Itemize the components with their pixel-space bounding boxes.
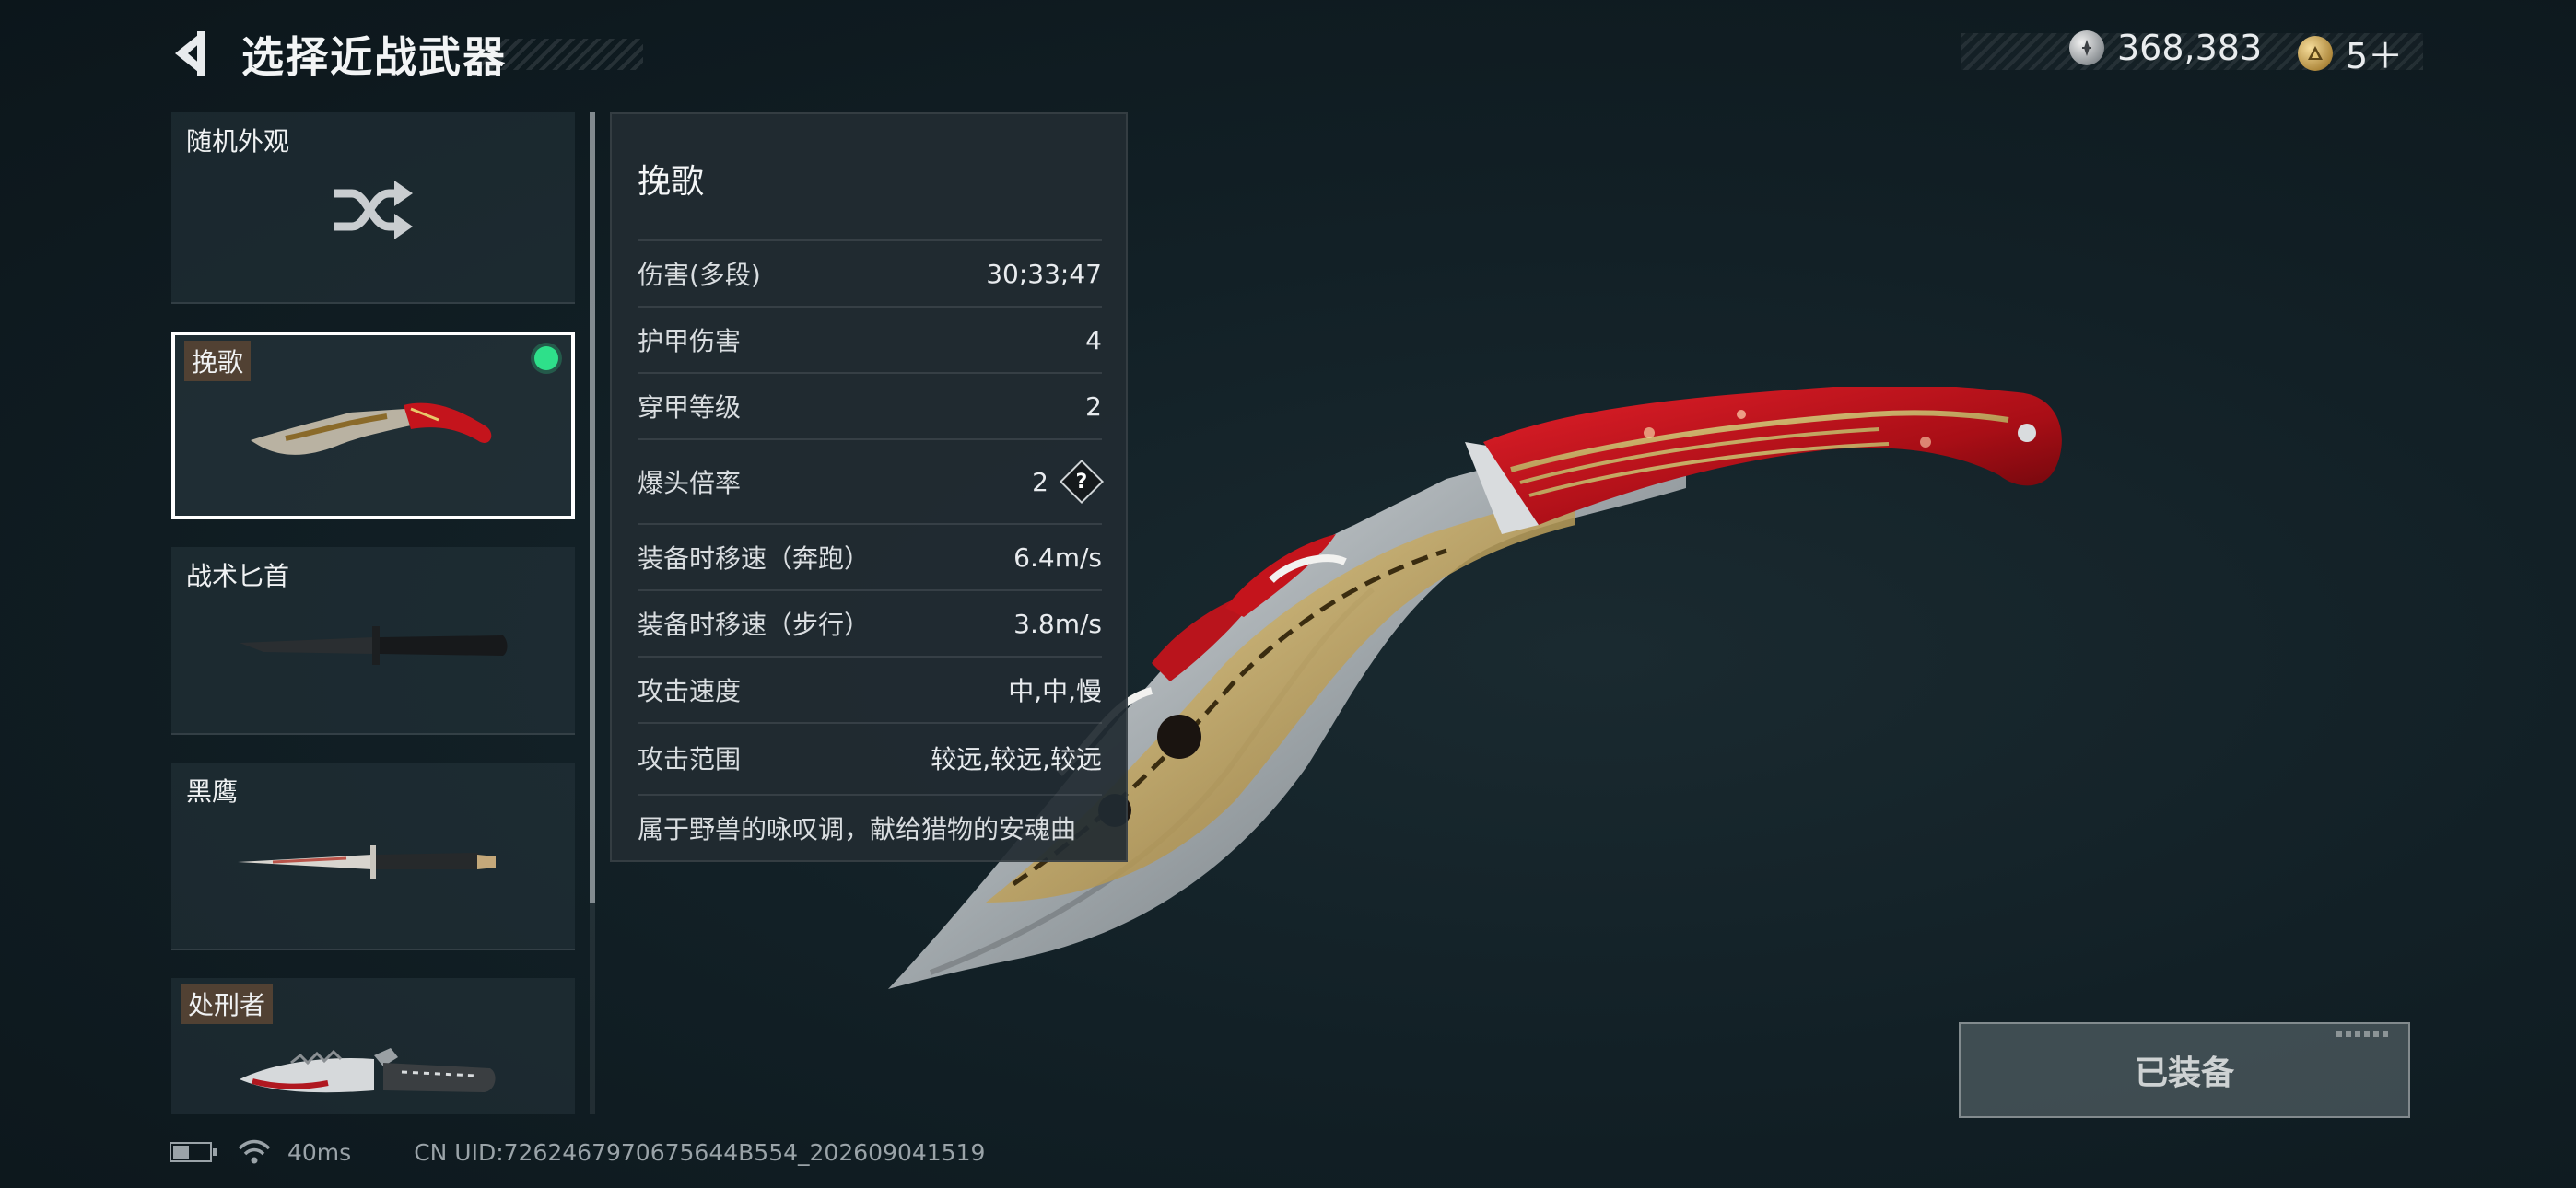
equipped-button-label: 已装备 (2134, 1054, 2234, 1092)
equipped-button[interactable]: 已装备 (1959, 1022, 2410, 1118)
silver-amount: 368,383 (2117, 28, 2263, 68)
battery-icon (170, 1142, 217, 1162)
ping-text: 40ms (287, 1138, 352, 1166)
dagger-icon (238, 845, 496, 879)
item-label: 战术匕首 (186, 561, 290, 591)
stat-value: 2 (1032, 466, 1048, 497)
title-decoration (479, 39, 643, 70)
list-item-executioner[interactable]: 处刑者 (171, 978, 575, 1114)
list-item-tactical-dagger[interactable]: 战术匕首 (171, 547, 575, 735)
stat-value: 30;33;47 (986, 258, 1102, 289)
equipped-indicator (534, 346, 558, 370)
stat-value: 4 (1085, 324, 1102, 355)
stat-label: 攻击速度 (638, 676, 742, 706)
flavor-text: 属于野兽的咏叹调，献给猎物的安魂曲 (638, 794, 1102, 860)
stat-row-armor-damage: 护甲伤害 4 (638, 306, 1102, 372)
stat-value: 中,中,慢 (1008, 676, 1102, 706)
stat-label: 爆头倍率 (638, 468, 742, 498)
stat-value: 6.4m/s (1013, 542, 1102, 573)
weapon-detail-panel: 挽歌 伤害(多段) 30;33;47 护甲伤害 4 穿甲等级 2 爆头倍率 2 … (610, 112, 1128, 862)
stat-value: 3.8m/s (1013, 608, 1102, 639)
stat-value-group: 2 ? (1032, 459, 1105, 505)
shuffle-icon (334, 181, 413, 239)
item-label: 随机外观 (186, 126, 290, 157)
serrated-knife-icon (240, 1048, 496, 1093)
scroll-thumb[interactable] (590, 112, 595, 903)
page-title: 选择近战武器 (241, 32, 507, 82)
weapon-name: 挽歌 (638, 163, 705, 201)
stat-row-move-speed-run: 装备时移速（奔跑） 6.4m/s (638, 523, 1102, 589)
stat-label: 装备时移速（奔跑） (638, 543, 871, 574)
stat-row-attack-range: 攻击范围 较远,较远,较远 (638, 722, 1102, 792)
stat-label: 攻击范围 (638, 744, 742, 775)
weapon-list[interactable]: 随机外观 挽歌 战术匕首 黑鹰 处刑者 (171, 112, 575, 1114)
gold-coin-icon (2298, 35, 2333, 71)
stat-row-attack-speed: 攻击速度 中,中,慢 (638, 656, 1102, 722)
stat-row-move-speed-walk: 装备时移速（步行） 3.8m/s (638, 589, 1102, 656)
silver-coin-icon (2069, 30, 2104, 65)
stat-value: 较远,较远,较远 (931, 744, 1102, 775)
gold-currency[interactable]: 5＋ (2298, 28, 2403, 78)
stat-row-headshot: 爆头倍率 2 ? (638, 438, 1105, 523)
stat-label: 护甲伤害 (638, 326, 742, 356)
gold-amount: 5＋ (2346, 36, 2404, 76)
item-label: 处刑者 (181, 984, 274, 1024)
wifi-icon (238, 1139, 271, 1164)
uid-text: CN UID:7262467970675644B554_202609041519 (414, 1138, 986, 1166)
stat-label: 伤害(多段) (638, 260, 761, 290)
kukri-knife-icon (251, 402, 492, 455)
stat-row-damage: 伤害(多段) 30;33;47 (638, 239, 1102, 306)
back-arrow-icon[interactable] (166, 26, 217, 81)
help-glyph: ? (1075, 470, 1088, 494)
stat-label: 穿甲等级 (638, 392, 742, 423)
item-label: 黑鹰 (186, 776, 239, 807)
list-item-black-hawk[interactable]: 黑鹰 (171, 763, 575, 950)
battery-level (173, 1146, 190, 1159)
list-item-wange[interactable]: 挽歌 (171, 332, 575, 519)
stat-row-penetration: 穿甲等级 2 (638, 372, 1102, 438)
stat-value: 2 (1085, 390, 1102, 422)
list-item-random[interactable]: 随机外观 (171, 112, 575, 304)
item-label: 挽歌 (184, 341, 252, 381)
help-icon[interactable]: ? (1059, 459, 1105, 505)
list-scrollbar[interactable] (590, 112, 595, 1114)
button-decoration (2336, 1031, 2392, 1037)
tactical-knife-icon (240, 626, 508, 665)
status-bar: 40ms CN UID:7262467970675644B554_2026090… (170, 1138, 985, 1166)
silver-currency[interactable]: 368,383 (2069, 28, 2262, 68)
screen: 选择近战武器 368,383 5＋ 随机外观 挽歌 战术匕首 黑鹰 处刑者 挽歌… (0, 0, 2576, 1188)
stat-label: 装备时移速（步行） (638, 610, 871, 640)
